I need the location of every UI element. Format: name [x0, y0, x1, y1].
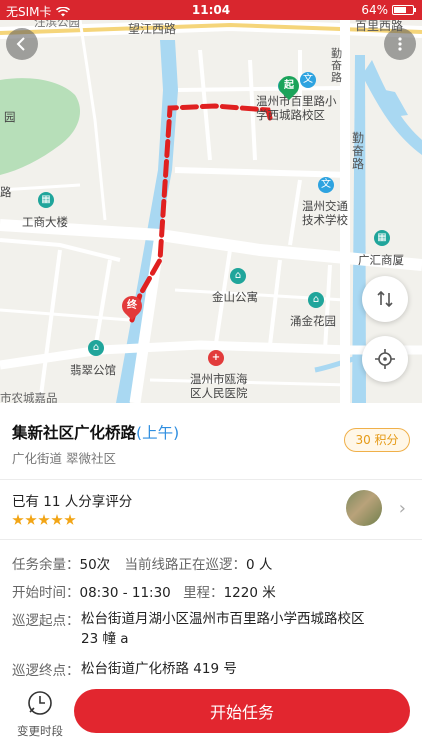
route-switch-icon[interactable]: [362, 276, 408, 322]
mileage-label: 里程：: [183, 585, 224, 601]
place-label-yongjin: 涌金花园: [290, 314, 336, 328]
place-label-top-left: 汪滨公园: [34, 20, 80, 29]
task-time-tag: (上午): [136, 424, 180, 442]
road-label-wangjiang: 望江西路: [128, 22, 177, 36]
place-label-partial-bottom: 市农城嘉品: [0, 391, 58, 403]
points-badge: 30 积分: [344, 428, 410, 452]
poi-icon-feicui: ⌂: [88, 340, 104, 356]
start-time-value: 08:30 - 11:30: [79, 585, 171, 601]
poi-icon-hospital: +: [208, 350, 224, 366]
end-point-row: 巡逻终点： 松台街道广化桥路 419 号: [12, 659, 237, 679]
end-point-value: 松台街道广化桥路 419 号: [81, 661, 237, 677]
patrolling-label: 当前线路正在巡逻：: [124, 557, 246, 573]
map-base: [0, 20, 422, 403]
place-label-transport-2: 技术学校: [302, 213, 348, 227]
poi-icon-school: 文: [300, 72, 316, 88]
change-time-button[interactable]: 变更时段: [14, 690, 66, 739]
start-point-value: 松台街道月湖小区温州市百里路小学西城路校区 23 幢 a: [81, 611, 365, 647]
place-label-partial-2: 路: [0, 185, 12, 199]
start-time-label: 开始时间：: [12, 585, 80, 601]
remaining-value: 50次: [79, 557, 111, 573]
poi-icon-jinshan: ⌂: [230, 268, 246, 284]
mileage-value: 1220 米: [223, 585, 276, 601]
back-arrow-icon[interactable]: [6, 28, 38, 60]
sub-address: 广化街道 翠微社区: [12, 451, 116, 466]
locate-crosshair-icon[interactable]: [362, 336, 408, 382]
change-time-label: 变更时段: [17, 724, 63, 738]
star-icon: [12, 514, 24, 525]
place-label-school-1: 温州市百里路小: [256, 94, 337, 108]
star-icon: [38, 514, 50, 525]
place-label-hospital-2: 区人民医院: [190, 386, 248, 400]
poi-icon-transport-school: 文: [318, 177, 334, 193]
star-icon: [64, 514, 76, 525]
task-title-text: 集新社区广化桥路: [12, 424, 137, 442]
more-dots-icon[interactable]: [384, 28, 416, 60]
remaining-label: 任务余量：: [12, 557, 80, 573]
start-marker-icon[interactable]: 起: [274, 71, 304, 101]
place-label-partial: 园: [4, 110, 16, 124]
start-point-row: 巡逻起点： 松台街道月湖小区温州市百里路小学西城路校区 23 幢 a: [12, 609, 365, 647]
place-label-school-2: 学西城路校区: [256, 108, 325, 122]
task-title: 集新社区广化桥路(上午): [12, 421, 179, 443]
poi-icon-yongjin: ⌂: [308, 292, 324, 308]
route-map[interactable]: 汪滨公园 望江西路 百里西路 勤奋路 勤奋路 温州市百里路小 学西城路校区 温州…: [0, 20, 422, 403]
avatar[interactable]: [346, 490, 382, 526]
star-icon: [25, 514, 37, 525]
battery-icon: [392, 5, 416, 15]
bottom-action-bar: 变更时段 开始任务: [0, 681, 422, 750]
chevron-right-icon[interactable]: ›: [399, 498, 406, 519]
place-label-jinshan: 金山公寓: [212, 290, 258, 304]
place-label-hospital-1: 温州市瓯海: [190, 372, 248, 386]
end-marker-icon[interactable]: 终: [117, 291, 147, 321]
place-label-guanghui: 广汇商厦: [358, 253, 404, 267]
start-task-button[interactable]: 开始任务: [74, 689, 410, 733]
remaining-row: 任务余量：50次 当前线路正在巡逻：0 人: [12, 553, 272, 573]
place-label-feicui: 翡翠公馆: [70, 363, 116, 377]
status-time: 11:04: [191, 3, 231, 17]
place-label-gongshang: 工商大楼: [22, 215, 68, 229]
end-point-label: 巡逻终点：: [12, 663, 80, 679]
status-bar: 无SIM卡 11:04 64%: [0, 0, 422, 20]
poi-icon-gongshang: ▦: [38, 192, 54, 208]
patrolling-value: 0 人: [245, 557, 273, 573]
start-point-label: 巡逻起点：: [12, 613, 80, 629]
status-right: 64%: [361, 3, 416, 17]
star-icon: [51, 514, 63, 525]
divider: [0, 539, 422, 540]
poi-icon-guanghui: ▦: [374, 230, 390, 246]
divider: [0, 479, 422, 480]
road-label-qinfen-top: 勤奋路: [331, 47, 342, 85]
time-row: 开始时间：08:30 - 11:30 里程：1220 米: [12, 581, 276, 601]
place-label-transport-1: 温州交通: [302, 199, 348, 213]
share-rating-text: 已有 11 人分享评分: [12, 494, 133, 510]
road-label-qinfen: 勤奋路: [352, 131, 365, 172]
battery-percent: 64%: [361, 3, 388, 17]
clock-icon: [28, 691, 52, 715]
rating-stars: [12, 514, 76, 526]
